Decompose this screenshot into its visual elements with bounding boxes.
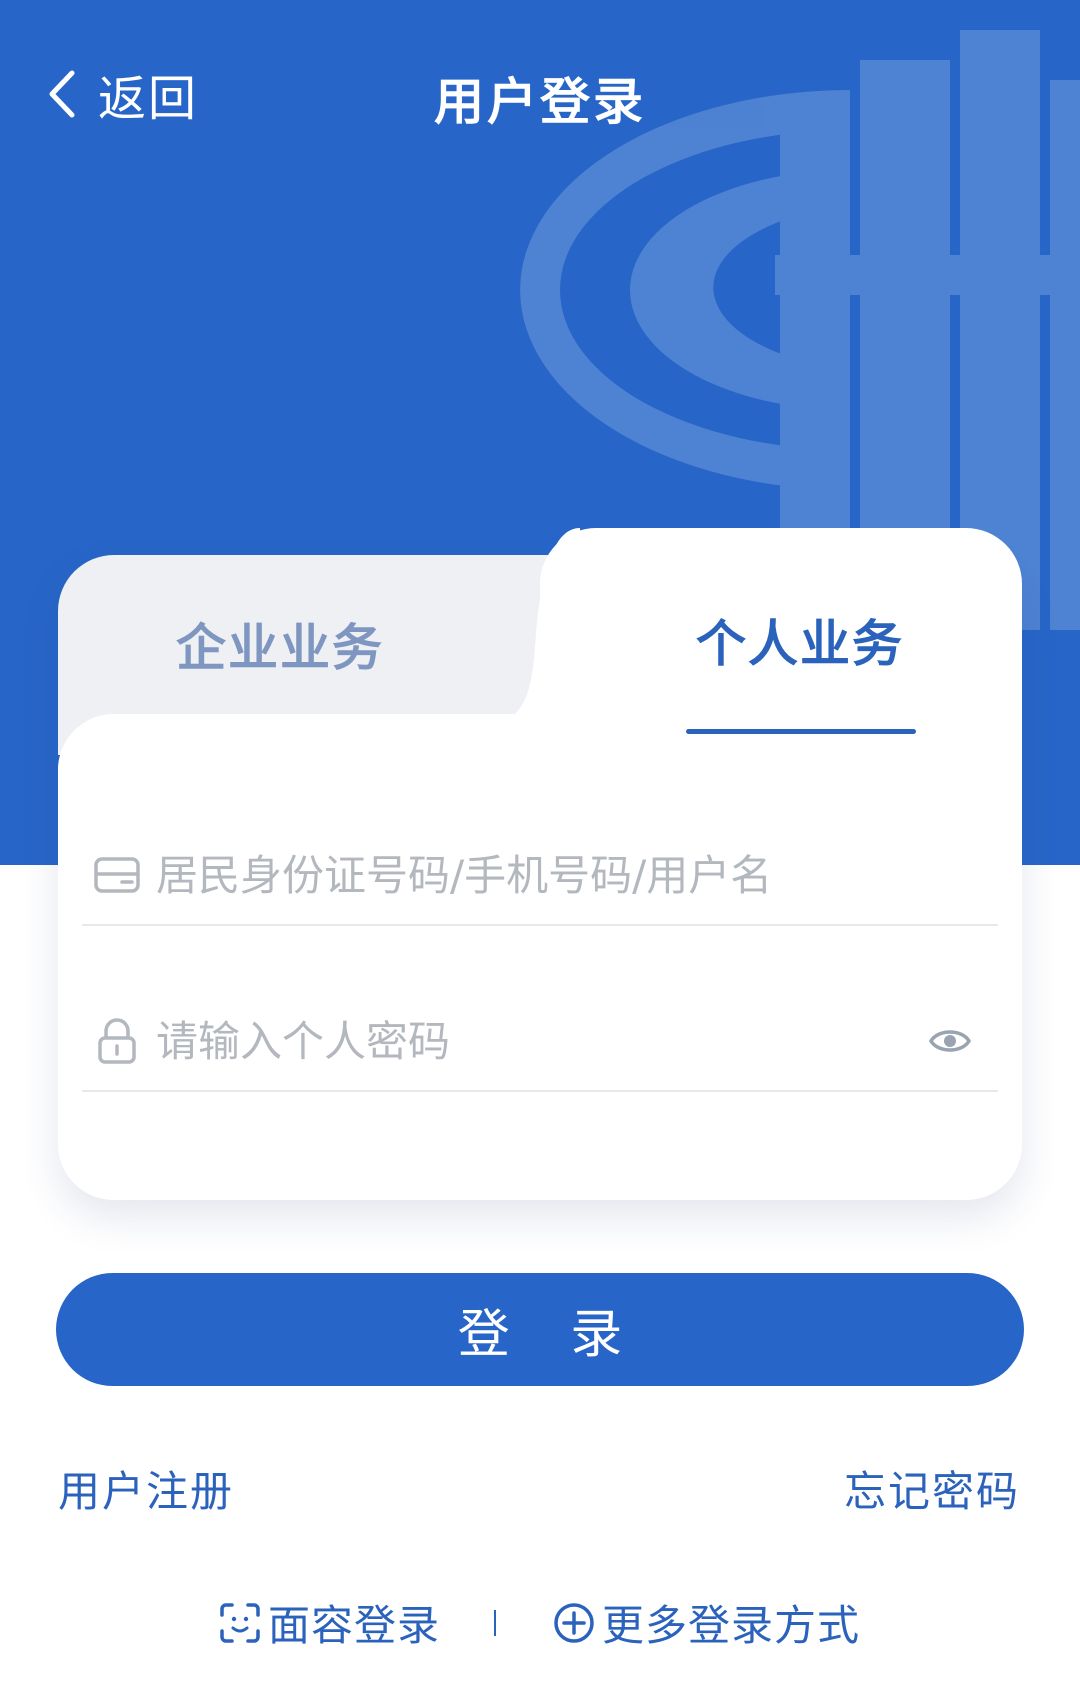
alternative-login-row: 面容登录 更多登录方式 <box>0 1592 1080 1652</box>
face-login-label: 面容登录 <box>268 1601 441 1650</box>
account-input[interactable] <box>156 835 998 915</box>
alt-login-divider <box>494 1610 496 1636</box>
register-link[interactable]: 用户注册 <box>58 1458 234 1519</box>
tab-curve-shape <box>460 528 580 728</box>
forgot-password-link[interactable]: 忘记密码 <box>844 1458 1020 1519</box>
lock-icon <box>98 1018 136 1064</box>
login-card-top-edge <box>58 714 558 794</box>
plus-circle-icon <box>554 1602 594 1643</box>
password-field <box>82 992 998 1092</box>
more-login-label: 更多登录方式 <box>602 1601 861 1650</box>
active-tab-indicator <box>686 729 916 734</box>
eye-icon[interactable] <box>928 1019 972 1063</box>
face-login-button[interactable]: 面容登录 <box>218 1592 440 1653</box>
page-title: 用户登录 <box>434 73 646 131</box>
login-page: 返回 用户登录 企业业务 个人业务 登 录 用户注册 忘记密码 <box>0 0 1080 1691</box>
id-card-icon <box>94 857 140 893</box>
account-field <box>82 826 998 926</box>
more-login-button[interactable]: 更多登录方式 <box>552 1592 860 1653</box>
login-button[interactable]: 登 录 <box>56 1273 1024 1386</box>
tab-business[interactable]: 企业业务 <box>140 608 420 680</box>
tab-personal[interactable]: 个人业务 <box>680 604 920 676</box>
password-input[interactable] <box>156 1001 928 1081</box>
face-scan-icon <box>220 1602 260 1643</box>
